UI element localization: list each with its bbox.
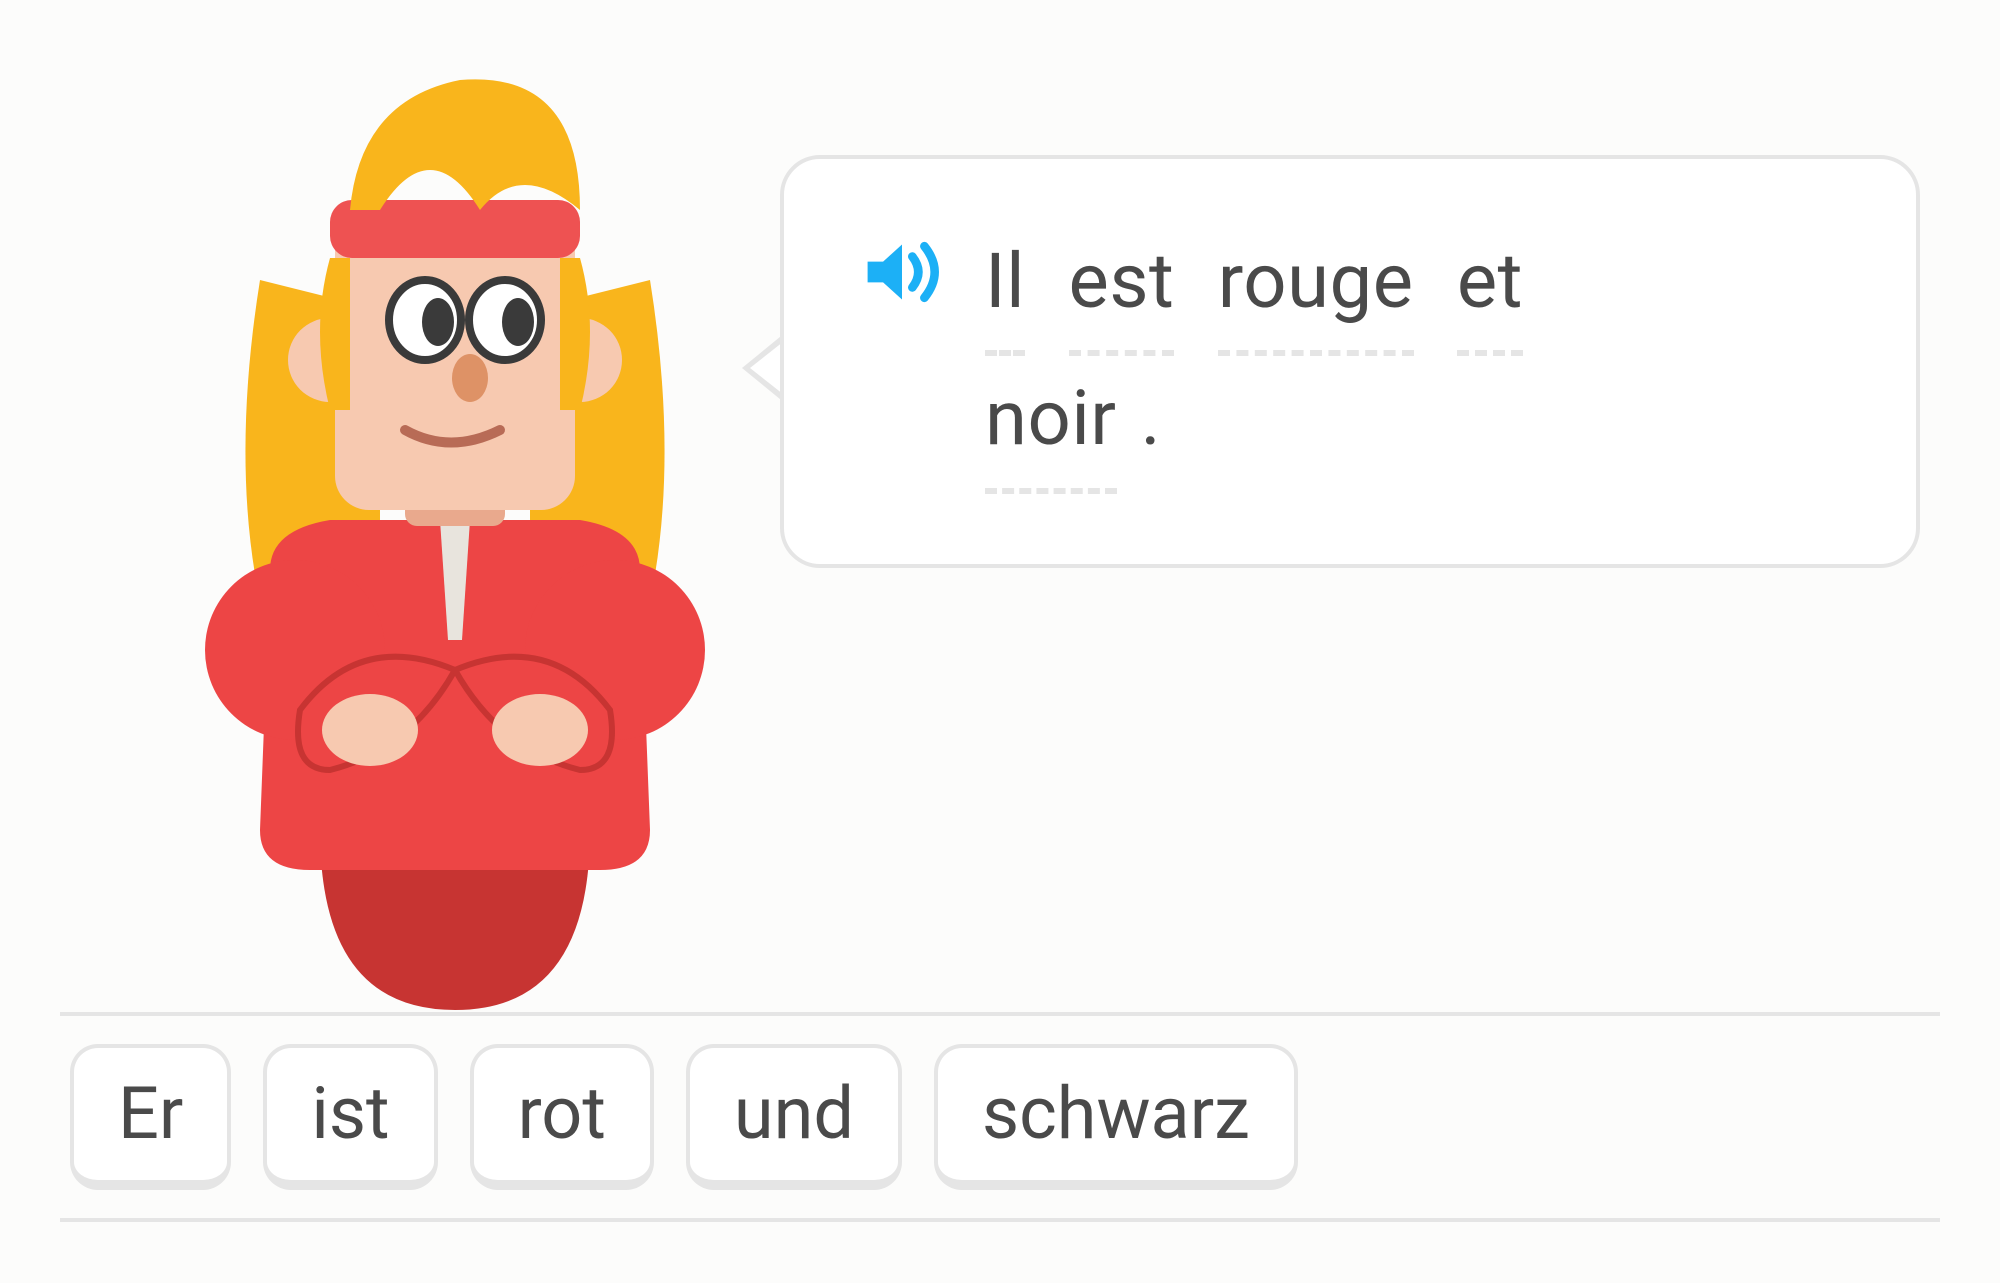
prompt-word[interactable]: noir <box>985 356 1117 493</box>
prompt-word[interactable]: est <box>1069 219 1175 356</box>
answer-tile[interactable]: ist <box>263 1044 437 1190</box>
character-avatar <box>180 10 730 1020</box>
prompt-word[interactable]: rouge <box>1218 219 1414 356</box>
answer-tile[interactable]: schwarz <box>934 1044 1298 1190</box>
answer-tile[interactable]: Er <box>70 1044 231 1190</box>
prompt-word[interactable]: Il <box>985 219 1025 356</box>
prompt-punct: . <box>1141 356 1162 481</box>
speech-bubble: Il est rouge et noir. <box>780 155 1920 568</box>
prompt-word[interactable]: et <box>1457 219 1523 356</box>
speaker-icon[interactable] <box>859 229 945 315</box>
answer-row: Er ist rot und schwarz <box>60 1012 1940 1222</box>
answer-tile[interactable]: und <box>686 1044 902 1190</box>
answer-tile[interactable]: rot <box>470 1044 654 1190</box>
prompt-sentence: Il est rouge et noir. <box>985 219 1547 494</box>
